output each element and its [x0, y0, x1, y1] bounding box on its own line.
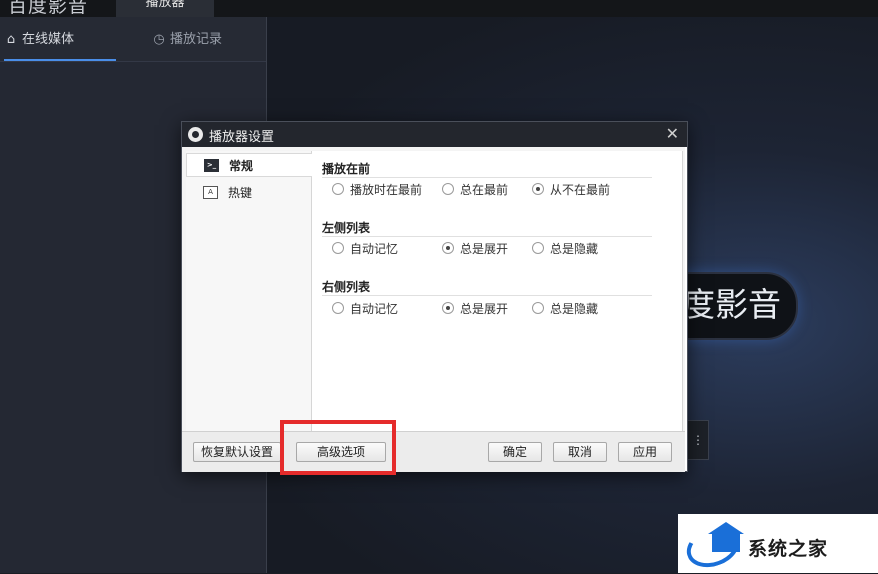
settings-nav: >_ 常规 A 热键 [186, 151, 312, 433]
nav-item-general-label: 常规 [229, 159, 254, 173]
cancel-button[interactable]: 取消 [553, 442, 607, 462]
close-icon[interactable]: ✕ [666, 124, 679, 143]
section-divider [322, 236, 652, 237]
apply-button[interactable]: 应用 [618, 442, 672, 462]
tab-online-media[interactable]: ⌂ 在线媒体 [4, 17, 116, 61]
radio-button [532, 302, 544, 314]
radio-always-on-top[interactable]: 总在最前 [442, 181, 508, 198]
top-bar: 百度影音 播放器 [0, 0, 878, 17]
section-divider [322, 295, 652, 296]
tab-online-media-label: 在线媒体 [22, 32, 75, 47]
clock-icon: ◷ [153, 32, 165, 47]
radio-right-auto-remember[interactable]: 自动记忆 [332, 300, 398, 317]
dialog-titlebar[interactable]: 播放器设置 ✕ [182, 122, 687, 147]
radio-label: 总是隐藏 [550, 302, 599, 316]
radio-label: 从不在最前 [550, 183, 611, 197]
radio-left-auto-remember[interactable]: 自动记忆 [332, 240, 398, 257]
radio-button-checked [532, 183, 544, 195]
radio-button [532, 242, 544, 254]
home-icon: ⌂ [6, 32, 16, 47]
radio-label: 总是隐藏 [550, 242, 599, 256]
radio-button-checked [442, 302, 454, 314]
player-logo-text: 度影音 [682, 285, 781, 324]
radio-button-checked [442, 242, 454, 254]
watermark-logo: 系统之家 [678, 514, 878, 574]
section-divider [322, 177, 652, 178]
nav-item-hotkeys[interactable]: A 热键 [186, 181, 311, 205]
radio-button [332, 183, 344, 195]
dialog-body: >_ 常规 A 热键 播放在前 播放时在最前 总在最前 从不在最前 左侧列表 自… [182, 147, 685, 433]
restore-defaults-button[interactable]: 恢复默认设置 [193, 442, 281, 462]
player-settings-dialog: 播放器设置 ✕ >_ 常规 A 热键 播放在前 播放时在最前 总在最前 从不在最… [181, 121, 688, 472]
radio-label: 总是展开 [460, 302, 509, 316]
section-title-right-list: 右侧列表 [322, 280, 371, 294]
radio-left-always-hide[interactable]: 总是隐藏 [532, 240, 598, 257]
section-title-on-top: 播放在前 [322, 162, 371, 176]
dialog-footer: 恢复默认设置 高级选项 确定 取消 应用 [182, 431, 685, 472]
tab-player[interactable]: 播放器 [116, 0, 214, 17]
terminal-icon: >_ [204, 159, 219, 172]
radio-left-always-expand[interactable]: 总是展开 [442, 240, 508, 257]
app-title: 百度影音 [8, 0, 89, 17]
left-tabs: ⌂ 在线媒体 ◷ 播放记录 [0, 17, 266, 62]
radio-button [442, 183, 454, 195]
section-title-left-list: 左侧列表 [322, 221, 371, 235]
advanced-options-button[interactable]: 高级选项 [296, 442, 386, 462]
radio-label: 总在最前 [460, 183, 509, 197]
radio-label: 总是展开 [460, 242, 509, 256]
radio-never-on-top[interactable]: 从不在最前 [532, 181, 610, 198]
house-icon [708, 522, 744, 552]
radio-label: 自动记忆 [350, 242, 399, 256]
tab-play-history[interactable]: ◷ 播放记录 [152, 17, 262, 61]
radio-label: 自动记忆 [350, 302, 399, 316]
radio-on-top-while-playing[interactable]: 播放时在最前 [332, 181, 422, 198]
radio-right-always-hide[interactable]: 总是隐藏 [532, 300, 598, 317]
watermark-text: 系统之家 [748, 538, 829, 560]
nav-item-hotkeys-label: 热键 [228, 186, 253, 200]
radio-label: 播放时在最前 [350, 183, 423, 197]
ok-button[interactable]: 确定 [488, 442, 542, 462]
dialog-title: 播放器设置 [209, 130, 275, 145]
radio-button [332, 242, 344, 254]
film-reel-icon [188, 127, 203, 142]
radio-button [332, 302, 344, 314]
nav-item-general[interactable]: >_ 常规 [186, 153, 312, 177]
keyboard-key-icon: A [203, 186, 218, 199]
settings-content: 播放在前 播放时在最前 总在最前 从不在最前 左侧列表 自动记忆 总是展开 总是… [312, 151, 683, 433]
radio-right-always-expand[interactable]: 总是展开 [442, 300, 508, 317]
tab-play-history-label: 播放记录 [170, 32, 223, 47]
